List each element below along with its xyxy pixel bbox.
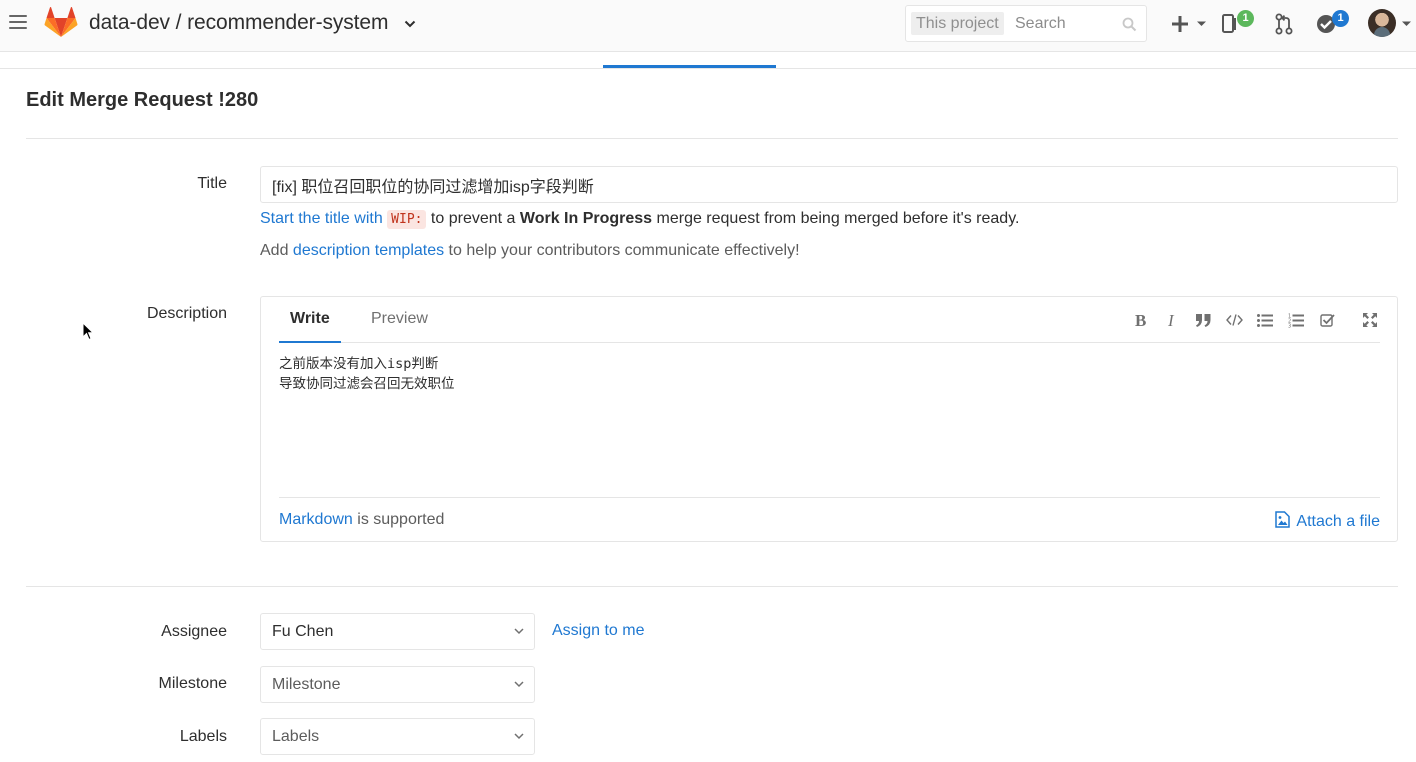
milestone-label: Milestone [158,675,227,692]
title-divider [26,138,1398,139]
labels-select[interactable]: Labels [260,718,535,755]
milestone-select[interactable]: Milestone [260,666,535,703]
chevron-down-icon[interactable] [1401,20,1412,28]
description-editor: Write Preview B I 1 2 3 之前版本没有加入isp判断 导致… [260,296,1398,542]
mouse-cursor-icon [82,322,94,341]
search-scope-badge[interactable]: This project [911,12,1004,35]
tab-preview[interactable]: Preview [360,297,439,343]
task-list-icon[interactable] [1317,310,1337,330]
milestone-placeholder: Milestone [272,676,341,693]
assignee-value: Fu Chen [272,623,334,640]
image-file-icon [1275,511,1291,528]
editor-footer: Markdown is supported Attach a file [279,497,1380,542]
description-label: Description [146,305,227,322]
fullscreen-icon[interactable] [1360,310,1380,330]
labels-placeholder: Labels [272,728,320,745]
assignee-label: Assignee [161,623,227,640]
description-templates-link[interactable]: description templates [293,242,444,259]
chevron-down-icon [514,628,524,635]
chevron-down-icon[interactable] [404,19,416,29]
wip-hint-link[interactable]: Start the title with WIP: [260,210,427,229]
editor-tabs: Write Preview B I 1 2 3 [279,297,1380,343]
wip-hint-text: to prevent a [426,210,520,227]
assignee-select[interactable]: Fu Chen [260,613,535,650]
title-label: Title [197,175,227,192]
labels-label: Labels [179,728,227,745]
attach-file-label[interactable]: Attach a file [1296,513,1380,530]
wip-hint-bold: Work In Progress [519,210,653,227]
italic-icon[interactable]: I [1162,310,1182,330]
template-hint-prefix: Add [260,242,293,259]
description-textarea[interactable]: 之前版本没有加入isp判断 导致协同过滤会召回无效职位 [279,354,1379,494]
search-input[interactable] [1013,13,1118,35]
wip-hint-link-text[interactable]: Start the title with [260,210,383,227]
hamburger-menu-icon[interactable] [9,15,27,33]
project-breadcrumb[interactable]: data-dev / recommender-system [89,11,388,35]
bullet-list-icon[interactable] [1255,310,1275,330]
svg-text:3: 3 [1288,323,1291,328]
merge-requests-icon[interactable] [1274,13,1294,35]
attach-file-button[interactable]: Attach a file [1275,511,1380,531]
search-box: This project [905,5,1147,42]
quote-icon[interactable] [1193,310,1213,330]
assign-to-me-link[interactable]: Assign to me [552,622,644,640]
gitlab-logo[interactable] [44,7,78,39]
page-title: Edit Merge Request !280 [26,89,259,111]
title-input[interactable] [260,166,1398,203]
user-avatar[interactable] [1368,9,1396,37]
bold-icon[interactable]: B [1131,310,1151,330]
section-divider [26,586,1398,587]
markdown-link[interactable]: Markdown [279,511,353,528]
wip-hint-text-end: merge request from being merged before i… [652,210,1020,227]
chevron-down-icon [514,733,524,740]
template-hint: Add description templates to help your c… [260,242,800,260]
svg-text:I: I [1167,312,1175,328]
issues-count-badge: 1 [1237,10,1254,27]
code-icon[interactable] [1224,310,1244,330]
chevron-down-icon[interactable] [1196,20,1207,28]
markdown-note: Markdown is supported [279,511,444,529]
wip-hint: Start the title with WIP: to prevent a W… [260,210,1020,229]
svg-text:B: B [1135,312,1146,328]
todos-count-badge: 1 [1332,10,1349,27]
search-icon [1122,17,1137,32]
template-hint-suffix: to help your contributors communicate ef… [444,242,800,259]
numbered-list-icon[interactable]: 1 2 3 [1286,310,1306,330]
plus-icon[interactable] [1170,14,1190,34]
top-navbar: data-dev / recommender-system This proje… [0,0,1416,52]
markdown-note-suffix: is supported [352,511,445,528]
wip-code[interactable]: WIP: [387,210,427,229]
subnav-divider [0,68,1416,69]
chevron-down-icon [514,681,524,688]
tab-write[interactable]: Write [279,297,341,343]
